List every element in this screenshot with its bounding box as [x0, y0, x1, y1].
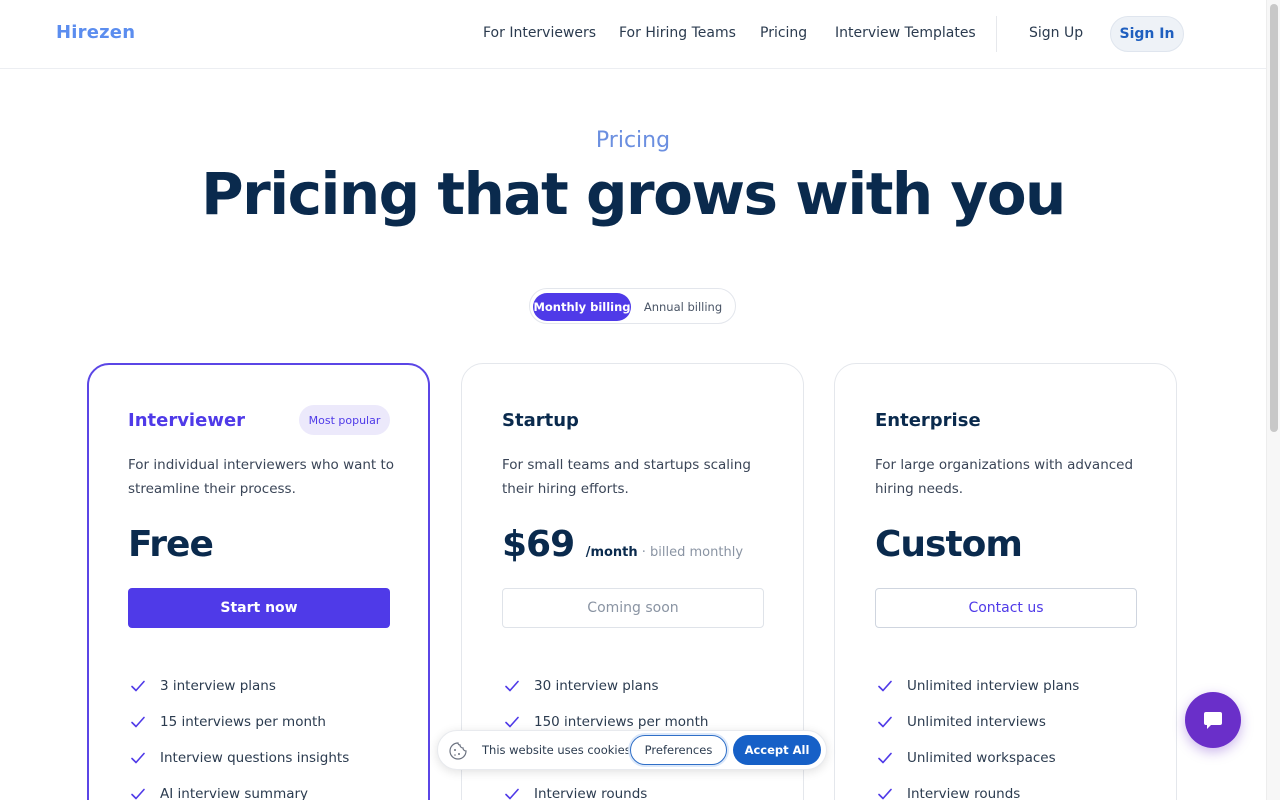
plan-name: Enterprise: [875, 410, 981, 431]
feature-item: Interview rounds: [875, 776, 1079, 800]
feature-label: Unlimited interviews: [907, 714, 1046, 730]
chat-icon: [1204, 712, 1222, 729]
nav-pricing[interactable]: Pricing: [760, 25, 807, 41]
nav-for-hiring-teams[interactable]: For Hiring Teams: [619, 25, 736, 41]
feature-item: 3 interview plans: [128, 668, 349, 704]
plan-price: Free: [128, 524, 214, 565]
plan-name: Interviewer: [128, 410, 246, 431]
price-unit: /month: [585, 545, 638, 560]
cookie-message: This website uses cookies: [482, 743, 631, 757]
cookie-banner: This website uses cookies Preferences Ac…: [437, 730, 827, 770]
price-amount: $69: [502, 524, 575, 565]
plan-name: Startup: [502, 410, 579, 431]
plan-description: For large organizations with advanced hi…: [875, 457, 1134, 497]
feature-label: 3 interview plans: [160, 678, 276, 694]
site-header: Hirezen For Interviewers For Hiring Team…: [0, 0, 1266, 69]
scrollbar-thumb[interactable]: [1270, 4, 1278, 432]
feature-label: 15 interviews per month: [160, 714, 326, 730]
chat-launcher-button[interactable]: [1185, 692, 1241, 748]
sign-in-button[interactable]: Sign In: [1110, 16, 1184, 52]
check-icon: [131, 680, 145, 692]
page-title: Pricing that grows with you: [201, 160, 1066, 228]
feature-item: 15 interviews per month: [128, 704, 349, 740]
check-icon: [505, 716, 519, 728]
plan-price: $69 /month · billed monthly: [502, 524, 743, 565]
check-icon: [878, 680, 892, 692]
plan-card-interviewer: Interviewer Most popular For individual …: [87, 363, 430, 800]
monthly-billing-option[interactable]: Monthly billing: [533, 293, 631, 321]
feature-label: AI interview summary: [160, 786, 309, 800]
feature-item: 30 interview plans: [502, 668, 708, 704]
feature-label: Interview rounds: [534, 786, 648, 800]
sign-up-link[interactable]: Sign Up: [1029, 25, 1083, 41]
feature-label: Interview rounds: [907, 786, 1021, 800]
feature-item: Interview questions insights: [128, 740, 349, 776]
plan-price: Custom: [875, 524, 1023, 565]
feature-item: AI interview summary: [128, 776, 349, 800]
feature-item: Unlimited workspaces: [875, 740, 1079, 776]
feature-list: 3 interview plans 15 interviews per mont…: [128, 668, 349, 800]
check-icon: [505, 680, 519, 692]
feature-item: Interview rounds: [502, 776, 708, 800]
nav-interview-templates[interactable]: Interview Templates: [835, 25, 976, 41]
feature-label: 150 interviews per month: [534, 714, 709, 730]
check-icon: [131, 716, 145, 728]
section-eyebrow: Pricing: [595, 128, 671, 153]
cookie-preferences-button[interactable]: Preferences: [630, 735, 727, 765]
feature-label: Interview questions insights: [160, 750, 350, 766]
price-note: · billed monthly: [637, 545, 744, 560]
billing-toggle: Monthly billing Annual billing: [529, 288, 736, 324]
plan-description: For small teams and startups scaling the…: [502, 457, 751, 497]
feature-label: Unlimited interview plans: [907, 678, 1080, 694]
check-icon: [131, 752, 145, 764]
cookie-accept-button[interactable]: Accept All: [733, 735, 821, 765]
feature-item: Unlimited interview plans: [875, 668, 1079, 704]
coming-soon-button[interactable]: Coming soon: [502, 588, 764, 628]
nav-for-interviewers[interactable]: For Interviewers: [483, 25, 596, 41]
check-icon: [505, 788, 519, 800]
cookie-icon: [449, 742, 467, 760]
feature-label: 30 interview plans: [534, 678, 659, 694]
page-scrollbar[interactable]: [1266, 0, 1280, 800]
most-popular-badge: Most popular: [299, 405, 390, 435]
main-nav: For Interviewers For Hiring Teams Pricin…: [0, 0, 1266, 69]
check-icon: [131, 788, 145, 800]
start-now-button[interactable]: Start now: [128, 588, 390, 628]
annual-billing-option[interactable]: Annual billing: [634, 293, 732, 321]
plan-description: For individual interviewers who want to …: [128, 457, 395, 497]
feature-label: Unlimited workspaces: [907, 750, 1056, 766]
contact-us-button[interactable]: Contact us: [875, 588, 1137, 628]
feature-item: Unlimited interviews: [875, 704, 1079, 740]
nav-divider: [996, 16, 997, 52]
check-icon: [878, 716, 892, 728]
check-icon: [878, 788, 892, 800]
check-icon: [878, 752, 892, 764]
plan-card-enterprise: Enterprise For large organizations with …: [834, 363, 1177, 800]
feature-list: Unlimited interview plans Unlimited inte…: [875, 668, 1079, 800]
